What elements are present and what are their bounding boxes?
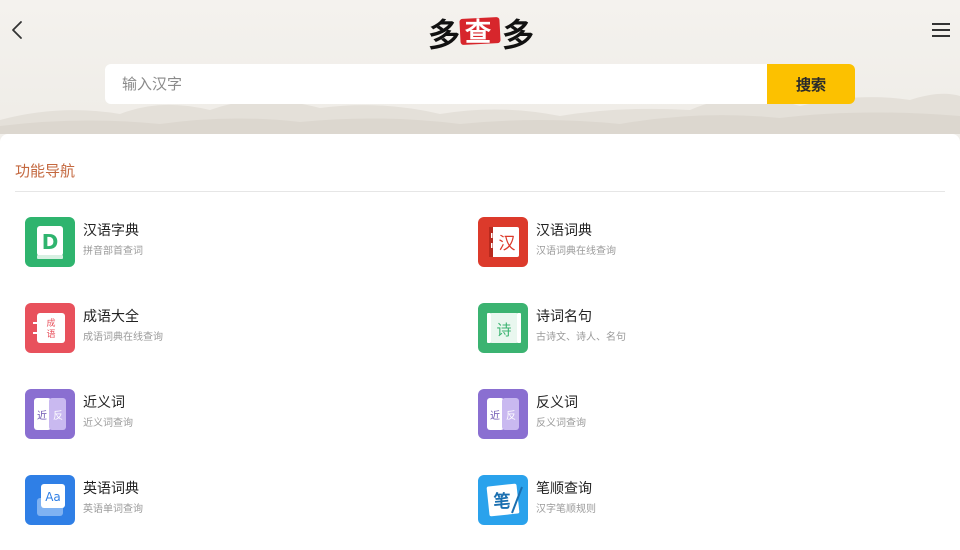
feature-desc: 英语单词查询 <box>83 504 143 515</box>
svg-text:近: 近 <box>37 409 47 422</box>
search-bar: 搜索 <box>105 64 855 104</box>
back-button[interactable] <box>6 18 30 42</box>
feature-desc: 汉字笔顺规则 <box>536 504 596 515</box>
antonym-icon: 近 反 <box>478 389 528 439</box>
feature-desc: 近义词查询 <box>83 418 133 429</box>
poem-book-icon: 诗 <box>478 303 528 353</box>
feature-desc: 成语词典在线查询 <box>83 332 163 343</box>
hamburger-icon <box>932 23 950 37</box>
svg-text:反: 反 <box>506 410 516 422</box>
svg-text:多: 多 <box>502 16 534 54</box>
feature-stroke-order[interactable]: 笔 笔顺查询 汉字笔顺规则 <box>478 474 858 526</box>
feature-desc: 拼音部首查词 <box>83 246 143 257</box>
svg-text:近: 近 <box>490 409 500 422</box>
english-dict-icon: Aa <box>25 475 75 525</box>
feature-chinese-dictionary[interactable]: D 汉语字典 拼音部首查词 <box>25 216 405 268</box>
feature-antonyms[interactable]: 近 反 反义词 反义词查询 <box>478 388 858 440</box>
feature-desc: 古诗文、诗人、名句 <box>536 332 626 343</box>
feature-idioms[interactable]: 成 语 成语大全 成语词典在线查询 <box>25 302 405 354</box>
search-input[interactable] <box>105 64 767 104</box>
svg-text:D: D <box>42 230 59 254</box>
menu-button[interactable] <box>930 20 952 40</box>
feature-name: 成语大全 <box>83 309 139 325</box>
feature-synonyms[interactable]: 近 反 近义词 近义词查询 <box>25 388 405 440</box>
feature-panel: 功能导航 D 汉语字典 拼音部首查词 汉 汉语词典 汉语词典在线查询 成 语 成… <box>0 134 960 550</box>
feature-name: 诗词名句 <box>536 309 592 325</box>
synonym-icon: 近 反 <box>25 389 75 439</box>
svg-text:诗: 诗 <box>496 321 511 339</box>
stroke-order-icon: 笔 <box>478 475 528 525</box>
feature-name: 笔顺查询 <box>536 481 592 497</box>
feature-name: 反义词 <box>536 395 578 411</box>
feature-name: 汉语字典 <box>83 223 139 239</box>
svg-text:反: 反 <box>53 410 63 422</box>
idiom-book-icon: 成 语 <box>25 303 75 353</box>
header: 多 查 多 搜索 <box>0 0 960 134</box>
feature-word-dictionary[interactable]: 汉 汉语词典 汉语词典在线查询 <box>478 216 858 268</box>
logo-image: 多 查 多 <box>428 16 534 54</box>
section-title: 功能导航 <box>15 162 76 180</box>
chevron-left-icon <box>12 21 22 39</box>
feature-name: 近义词 <box>83 395 125 411</box>
feature-desc: 汉语词典在线查询 <box>536 246 616 257</box>
search-button[interactable]: 搜索 <box>767 64 855 104</box>
app-logo: 多 查 多 <box>426 10 534 54</box>
svg-text:查: 查 <box>465 18 491 48</box>
feature-poems[interactable]: 诗 诗词名句 古诗文、诗人、名句 <box>478 302 858 354</box>
svg-text:成: 成 <box>46 317 55 329</box>
dictionary-d-icon: D <box>25 217 75 267</box>
feature-desc: 反义词查询 <box>536 418 586 429</box>
svg-text:多: 多 <box>428 16 460 54</box>
feature-english-dictionary[interactable]: Aa 英语词典 英语单词查询 <box>25 474 405 526</box>
svg-text:Aa: Aa <box>45 490 61 504</box>
divider <box>15 191 945 192</box>
han-book-icon: 汉 <box>478 217 528 267</box>
svg-text:笔: 笔 <box>494 491 511 512</box>
feature-name: 汉语词典 <box>536 223 592 239</box>
svg-text:语: 语 <box>46 329 55 340</box>
feature-name: 英语词典 <box>83 481 139 497</box>
svg-text:汉: 汉 <box>499 234 516 254</box>
